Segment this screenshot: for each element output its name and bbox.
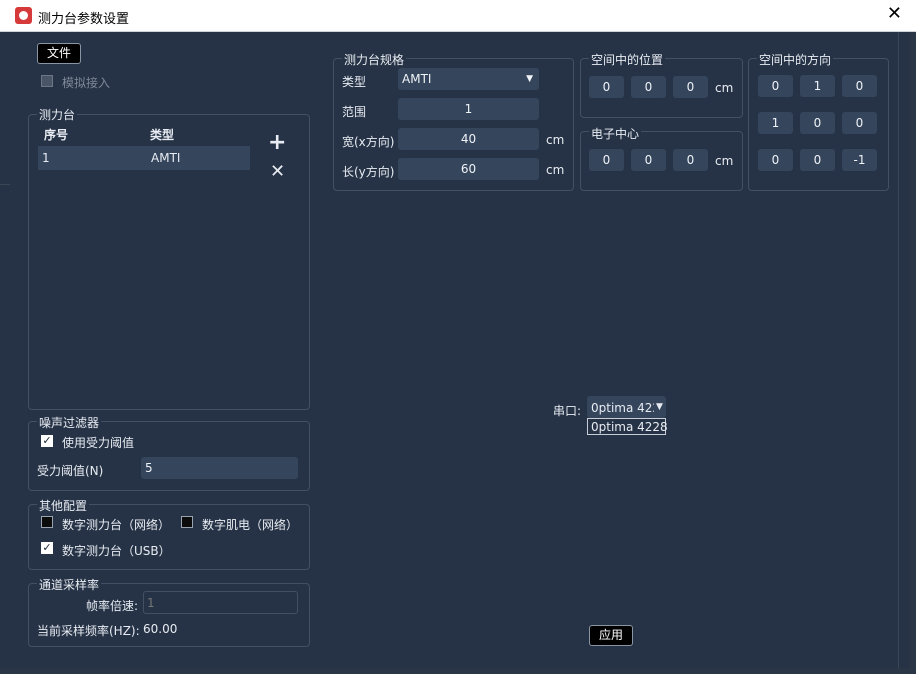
simulate-checkbox[interactable]	[41, 75, 53, 87]
window-title: 测力台参数设置	[38, 12, 130, 27]
orientation-cell[interactable]: 0	[842, 75, 877, 97]
orientation-cell[interactable]: 0	[758, 149, 793, 171]
length-label: 长(y方向)	[342, 165, 395, 179]
width-label: 宽(x方向)	[342, 135, 395, 149]
electric-center-x-input[interactable]: 0	[589, 149, 624, 171]
noise-filter-title: 噪声过滤器	[37, 414, 102, 431]
serial-label: 串口:	[553, 404, 582, 418]
orientation-cell[interactable]: -1	[842, 149, 877, 171]
position-title: 空间中的位置	[589, 51, 666, 68]
orientation-cell[interactable]: 1	[758, 112, 793, 134]
orientation-title: 空间中的方向	[757, 51, 834, 68]
range-label: 范围	[342, 105, 367, 119]
frame-multiplier-input[interactable]	[143, 591, 298, 614]
digital-emg-net-label: 数字肌电（网络）	[202, 518, 299, 532]
digital-plate-net-checkbox[interactable]	[41, 516, 53, 528]
background-line	[898, 32, 899, 668]
orientation-cell[interactable]: 1	[800, 75, 835, 97]
position-y-input[interactable]: 0	[631, 76, 666, 98]
add-icon[interactable]: +	[268, 130, 286, 155]
position-unit: cm	[715, 81, 734, 95]
close-icon[interactable]: ✕	[887, 5, 902, 23]
column-header-type: 类型	[150, 128, 175, 142]
digital-plate-net-label: 数字测力台（网络）	[62, 518, 171, 532]
electric-center-y-input[interactable]: 0	[631, 149, 666, 171]
threshold-input[interactable]: 5	[141, 457, 298, 479]
position-x-input[interactable]: 0	[589, 76, 624, 98]
other-config-title: 其他配置	[37, 497, 90, 514]
frame-multiplier-label: 帧率倍速:	[86, 599, 139, 613]
type-select[interactable]: AMTI ▼	[398, 68, 539, 90]
digital-plate-usb-label: 数字测力台（USB）	[62, 544, 171, 558]
column-header-index: 序号	[44, 128, 69, 142]
serial-dropdown-list: 0ptima 4228	[587, 418, 668, 435]
range-input[interactable]: 1	[398, 98, 539, 120]
table-row[interactable]: 1 AMTI	[38, 146, 250, 170]
remove-icon[interactable]: ✕	[270, 161, 285, 182]
orientation-cell[interactable]: 0	[800, 149, 835, 171]
position-z-input[interactable]: 0	[673, 76, 708, 98]
chevron-down-icon: ▼	[526, 74, 533, 84]
electric-center-z-input[interactable]: 0	[673, 149, 708, 171]
serial-option[interactable]: 0ptima 4228	[591, 420, 668, 434]
electric-center-title: 电子中心	[589, 125, 642, 142]
serial-select[interactable]: 0ptima 422 ▼	[587, 396, 666, 418]
sampling-title: 通道采样率	[37, 576, 102, 593]
threshold-label: 受力阈值(N)	[37, 464, 104, 478]
simulate-label: 模拟接入	[62, 76, 111, 90]
digital-emg-net-checkbox[interactable]	[181, 516, 193, 528]
file-button[interactable]: 文件	[37, 43, 81, 64]
chevron-down-icon: ▼	[654, 402, 663, 412]
use-threshold-label: 使用受力阈值	[62, 436, 135, 450]
use-threshold-checkbox[interactable]: ✓	[41, 435, 53, 447]
digital-plate-usb-checkbox[interactable]: ✓	[41, 542, 53, 554]
current-rate-value: 60.00	[143, 622, 178, 636]
type-select-value: AMTI	[402, 72, 432, 86]
width-input[interactable]: 40	[398, 128, 539, 150]
orientation-cell[interactable]: 0	[800, 112, 835, 134]
type-label: 类型	[342, 75, 367, 89]
force-plate-group-title: 测力台	[37, 106, 78, 123]
width-unit: cm	[546, 133, 565, 147]
electric-center-unit: cm	[715, 154, 734, 168]
length-unit: cm	[546, 163, 565, 177]
current-rate-label: 当前采样频率(HZ):	[37, 624, 140, 638]
serial-select-value: 0ptima 422	[591, 401, 661, 415]
orientation-cell[interactable]: 0	[842, 112, 877, 134]
length-input[interactable]: 60	[398, 158, 539, 180]
title-bar: 测力台参数设置 ✕	[0, 0, 916, 32]
spec-title: 测力台规格	[342, 51, 407, 68]
apply-button[interactable]: 应用	[589, 625, 633, 646]
row-type: AMTI	[151, 151, 181, 165]
background-line	[0, 184, 10, 185]
app-logo-icon	[15, 7, 32, 24]
row-index: 1	[42, 151, 50, 165]
main-panel: 文件 模拟接入 测力台 序号 类型 1 AMTI + ✕ 噪声过滤器 ✓ 使用受…	[0, 32, 909, 668]
noise-filter-group	[28, 421, 310, 491]
orientation-cell[interactable]: 0	[758, 75, 793, 97]
